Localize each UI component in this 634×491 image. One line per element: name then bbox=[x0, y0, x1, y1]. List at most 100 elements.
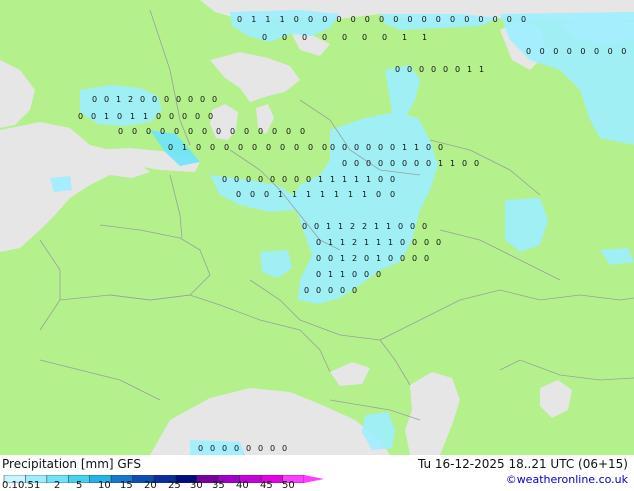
precip-value-marker: 0 bbox=[316, 254, 321, 263]
precip-value-marker: 0 bbox=[351, 15, 356, 24]
precip-value-marker: 0 bbox=[407, 65, 412, 74]
precip-value-marker: 0 bbox=[580, 47, 585, 56]
precip-value-marker: 0 bbox=[280, 143, 285, 152]
precip-value-marker: 0 bbox=[294, 15, 299, 24]
precip-value-marker: 0 bbox=[526, 47, 531, 56]
precip-value-marker: 0 bbox=[294, 175, 299, 184]
precip-value-marker: 0 bbox=[388, 254, 393, 263]
precip-value-marker: 0 bbox=[306, 175, 311, 184]
precip-value-marker: 0 bbox=[146, 127, 151, 136]
precip-value-marker: 1 bbox=[251, 15, 256, 24]
precip-value-marker: 1 bbox=[366, 175, 371, 184]
precip-value-marker: 0 bbox=[104, 95, 109, 104]
precip-value-marker: 0 bbox=[390, 159, 395, 168]
precip-value-marker: 0 bbox=[196, 143, 201, 152]
precip-value-marker: 1 bbox=[342, 175, 347, 184]
precip-value-marker: 1 bbox=[326, 222, 331, 231]
scale-tick-label: 1 bbox=[34, 480, 41, 491]
precip-value-marker: 2 bbox=[362, 222, 367, 231]
scale-arrow bbox=[304, 475, 324, 483]
precip-value-marker: 0 bbox=[246, 444, 251, 453]
precip-value-marker: 1 bbox=[402, 33, 407, 42]
precip-value-marker: 0 bbox=[224, 143, 229, 152]
precip-value-marker: 0 bbox=[322, 15, 327, 24]
precip-value-marker: 0 bbox=[376, 190, 381, 199]
precip-value-marker: 0 bbox=[422, 15, 427, 24]
precip-value-marker: 1 bbox=[364, 238, 369, 247]
precip-value-marker: 0 bbox=[400, 254, 405, 263]
precip-value-marker: 0 bbox=[188, 95, 193, 104]
precip-value-marker: 0 bbox=[316, 270, 321, 279]
precip-value-marker: 0 bbox=[328, 254, 333, 263]
precip-value-marker: 0 bbox=[462, 159, 467, 168]
precip-value-marker: 0 bbox=[222, 444, 227, 453]
precip-value-marker: 0 bbox=[342, 159, 347, 168]
precip-value-marker: 0 bbox=[402, 159, 407, 168]
precip-value-marker: 0 bbox=[304, 286, 309, 295]
precip-value-marker: 0 bbox=[272, 127, 277, 136]
precip-value-marker: 1 bbox=[320, 190, 325, 199]
precip-value-marker: 0 bbox=[308, 15, 313, 24]
precip-value-marker: 1 bbox=[292, 190, 297, 199]
precip-value-marker: 1 bbox=[414, 143, 419, 152]
precip-value-marker: 0 bbox=[202, 127, 207, 136]
precip-value-marker: 0 bbox=[393, 15, 398, 24]
precip-value-marker: 0 bbox=[436, 15, 441, 24]
precip-value-marker: 1 bbox=[467, 65, 472, 74]
precip-value-marker: 0 bbox=[252, 143, 257, 152]
precip-value-marker: 0 bbox=[308, 143, 313, 152]
precip-value-marker: 0 bbox=[378, 159, 383, 168]
precip-value-marker: 0 bbox=[92, 95, 97, 104]
precip-value-marker: 0 bbox=[378, 175, 383, 184]
precip-value-marker: 0 bbox=[234, 175, 239, 184]
precip-value-marker: 0 bbox=[238, 143, 243, 152]
precip-value-marker: 0 bbox=[436, 238, 441, 247]
map-canvas: 0 1 1 1 0 0 0 0 0 0 0 0 0 0 0 0 0 0 0 0 00 0 0 0 0 0 0 1 10 0 0 0 0 0 0 00 0… bbox=[0, 0, 634, 455]
precip-value-marker: 0 bbox=[140, 95, 145, 104]
precip-value-marker: 0 bbox=[352, 270, 357, 279]
precip-value-marker: 0 bbox=[176, 95, 181, 104]
precip-value-marker: 0 bbox=[464, 15, 469, 24]
precip-value-marker: 0 bbox=[244, 127, 249, 136]
precip-value-marker: 0 bbox=[354, 143, 359, 152]
precip-value-marker: 1 bbox=[278, 190, 283, 199]
precip-value-marker: 0 bbox=[362, 33, 367, 42]
precip-value-marker: 0 bbox=[379, 15, 384, 24]
precip-value-marker: 0 bbox=[258, 127, 263, 136]
precip-value-marker: 1 bbox=[306, 190, 311, 199]
precip-value-marker: 0 bbox=[282, 444, 287, 453]
precip-value-marker: 0 bbox=[294, 143, 299, 152]
precip-value-marker: 0 bbox=[234, 444, 239, 453]
precip-value-marker: 1 bbox=[318, 175, 323, 184]
precip-value-marker: 0 bbox=[212, 95, 217, 104]
precip-value-marker: 0 bbox=[414, 159, 419, 168]
precip-value-marker: 1 bbox=[438, 159, 443, 168]
precip-value-marker: 0 bbox=[364, 254, 369, 263]
precip-value-marker: 0 bbox=[424, 254, 429, 263]
precip-value-marker: 0 bbox=[198, 444, 203, 453]
precip-value-marker: 0 bbox=[493, 15, 498, 24]
precip-value-marker: 0 bbox=[328, 286, 333, 295]
scale-tick-label: 0.5 bbox=[18, 480, 34, 491]
precip-value-marker: 0 bbox=[366, 159, 371, 168]
precip-value-marker: 0 bbox=[594, 47, 599, 56]
precip-value-marker: 0 bbox=[422, 222, 427, 231]
precip-value-marker: 1 bbox=[143, 112, 148, 121]
credit-link[interactable]: ©weatheronline.co.uk bbox=[506, 473, 628, 486]
precip-value-marker: 0 bbox=[200, 95, 205, 104]
scale-tick-label: 40 bbox=[236, 480, 249, 491]
precip-value-marker: 1 bbox=[116, 95, 121, 104]
precip-value-marker: 0 bbox=[78, 112, 83, 121]
precip-value-marker: 0 bbox=[188, 127, 193, 136]
scale-tick-label: 35 bbox=[212, 480, 225, 491]
precip-value-marker: 0 bbox=[426, 143, 431, 152]
precip-value-marker: 0 bbox=[216, 127, 221, 136]
precip-value-marker: 1 bbox=[450, 159, 455, 168]
precip-value-marker: 0 bbox=[316, 238, 321, 247]
precip-value-marker: 0 bbox=[340, 286, 345, 295]
precip-value-marker: 0 bbox=[302, 222, 307, 231]
precip-value-marker: 0 bbox=[264, 190, 269, 199]
precip-value-marker: 1 bbox=[388, 238, 393, 247]
precip-value-marker: 0 bbox=[236, 190, 241, 199]
precip-value-marker: 0 bbox=[262, 33, 267, 42]
